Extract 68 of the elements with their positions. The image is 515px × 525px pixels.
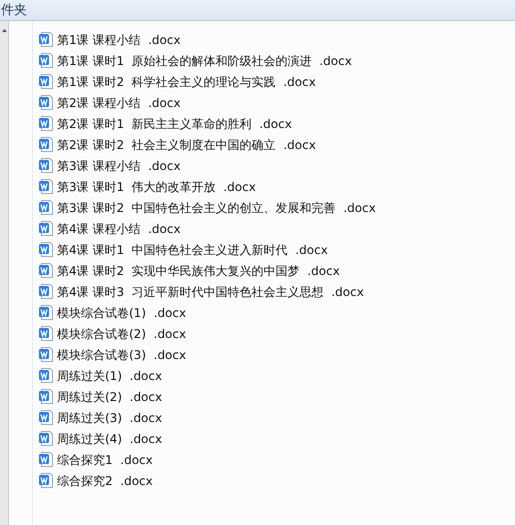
file-name: 第2课 课程小结 .docx xyxy=(57,96,181,108)
file-name: 第1课 课程小结 .docx xyxy=(57,34,181,46)
file-item[interactable]: 第2课 课时1 新民主主义革命的胜利 .docx xyxy=(39,113,376,134)
file-item[interactable]: 第3课 课时2 中国特色社会主义的创立、发展和完善 .docx xyxy=(39,197,376,218)
word-document-icon xyxy=(39,221,53,236)
file-item[interactable]: 周练过关(2) .docx xyxy=(39,386,376,407)
word-document-icon xyxy=(39,116,53,131)
word-document-icon xyxy=(39,305,53,320)
file-name: 综合探究2 .docx xyxy=(57,474,153,486)
file-name: 第4课 课时1 中国特色社会主义进入新时代 .docx xyxy=(57,244,328,256)
file-item[interactable]: 第3课 课时1 伟大的改革开放 .docx xyxy=(39,176,376,197)
file-name: 综合探究1 .docx xyxy=(57,454,153,466)
file-name: 模块综合试卷(1) .docx xyxy=(57,306,186,318)
file-name: 第3课 课程小结 .docx xyxy=(57,160,181,172)
file-item[interactable]: 周练过关(4) .docx xyxy=(39,428,376,449)
file-item[interactable]: 模块综合试卷(2) .docx xyxy=(39,323,376,344)
word-document-icon xyxy=(39,53,53,68)
file-item[interactable]: 第1课 课程小结 .docx xyxy=(39,29,376,50)
file-name: 周练过关(4) .docx xyxy=(57,432,162,444)
file-item[interactable]: 周练过关(1) .docx xyxy=(39,365,376,386)
word-document-icon xyxy=(39,326,53,341)
file-item[interactable]: 第4课 课时2 实现中华民族伟大复兴的中国梦 .docx xyxy=(39,260,376,281)
word-document-icon xyxy=(39,179,53,194)
file-item[interactable]: 第1课 课时1 原始社会的解体和阶级社会的演进 .docx xyxy=(39,50,376,71)
word-document-icon xyxy=(39,242,53,257)
file-name: 周练过关(3) .docx xyxy=(57,412,162,424)
file-name: 第3课 课时1 伟大的改革开放 .docx xyxy=(57,180,256,192)
word-document-icon xyxy=(39,284,53,299)
word-document-icon xyxy=(39,368,53,383)
scroll-up-icon[interactable] xyxy=(2,29,6,32)
word-document-icon xyxy=(39,389,53,404)
word-document-icon xyxy=(39,263,53,278)
pane-title: 件夹 xyxy=(0,4,27,16)
file-name: 第4课 课时3 习近平新时代中国特色社会主义思想 .docx xyxy=(57,286,364,298)
file-item[interactable]: 第4课 课程小结 .docx xyxy=(39,218,376,239)
word-document-icon xyxy=(39,158,53,173)
word-document-icon xyxy=(39,137,53,152)
word-document-icon xyxy=(39,452,53,467)
file-item[interactable]: 第2课 课时2 社会主义制度在中国的确立 .docx xyxy=(39,134,376,155)
file-name: 模块综合试卷(3) .docx xyxy=(57,348,186,360)
file-name: 第3课 课时2 中国特色社会主义的创立、发展和完善 .docx xyxy=(57,202,376,214)
file-name: 第4课 课程小结 .docx xyxy=(57,222,181,234)
word-document-icon xyxy=(39,410,53,425)
file-item[interactable]: 第2课 课程小结 .docx xyxy=(39,92,376,113)
file-name: 第1课 课时2 科学社会主义的理论与实践 .docx xyxy=(57,76,316,88)
file-item[interactable]: 第4课 课时1 中国特色社会主义进入新时代 .docx xyxy=(39,239,376,260)
file-item[interactable]: 第4课 课时3 习近平新时代中国特色社会主义思想 .docx xyxy=(39,281,376,302)
file-item[interactable]: 综合探究2 .docx xyxy=(39,470,376,491)
file-name: 模块综合试卷(2) .docx xyxy=(57,328,186,340)
file-name: 第2课 课时2 社会主义制度在中国的确立 .docx xyxy=(57,138,316,150)
word-document-icon xyxy=(39,74,53,89)
word-document-icon xyxy=(39,200,53,215)
file-name: 周练过关(1) .docx xyxy=(57,370,162,382)
word-document-icon xyxy=(39,431,53,446)
file-name: 第4课 课时2 实现中华民族伟大复兴的中国梦 .docx xyxy=(57,264,340,276)
word-document-icon xyxy=(39,95,53,110)
word-document-icon xyxy=(39,32,53,47)
word-document-icon xyxy=(39,473,53,488)
word-document-icon xyxy=(39,347,53,362)
file-name: 第2课 课时1 新民主主义革命的胜利 .docx xyxy=(57,118,292,130)
file-item[interactable]: 综合探究1 .docx xyxy=(39,449,376,470)
file-name: 周练过关(2) .docx xyxy=(57,390,162,402)
file-item[interactable]: 模块综合试卷(1) .docx xyxy=(39,302,376,323)
file-name: 第1课 课时1 原始社会的解体和阶级社会的演进 .docx xyxy=(57,54,352,66)
file-item[interactable]: 第1课 课时2 科学社会主义的理论与实践 .docx xyxy=(39,71,376,92)
file-item[interactable]: 模块综合试卷(3) .docx xyxy=(39,344,376,365)
file-item[interactable]: 第3课 课程小结 .docx xyxy=(39,155,376,176)
file-item[interactable]: 周练过关(3) .docx xyxy=(39,407,376,428)
